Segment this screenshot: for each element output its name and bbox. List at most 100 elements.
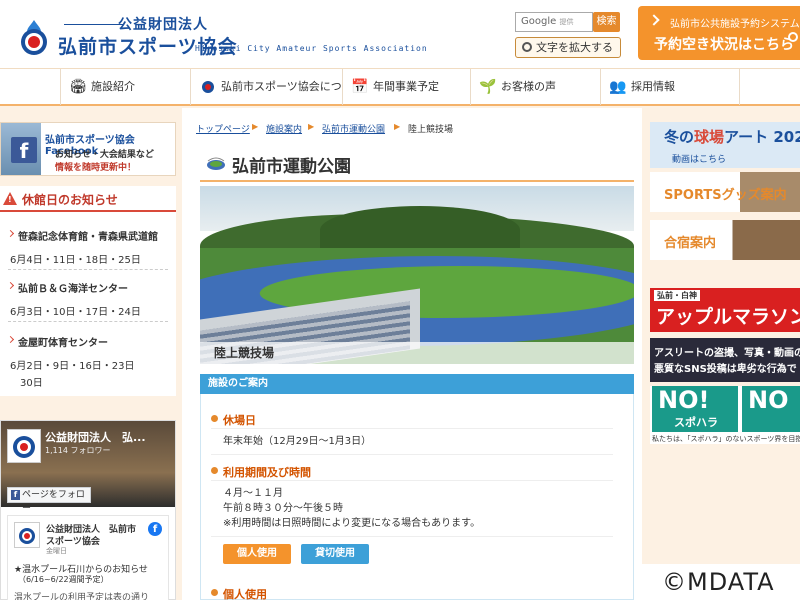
athlete-photo-warning-banner[interactable]: アスリートの盗撮、写真・動画の 悪質なSNS投稿は卑劣な行為で bbox=[650, 338, 800, 382]
no-label-2: NO bbox=[748, 386, 789, 414]
section-rule bbox=[211, 536, 613, 537]
no-sports-harassment-banner[interactable]: NO! スポハラ NO 私たちは、「スポハラ」のないスポーツ界を目指 bbox=[650, 386, 800, 444]
winter-art-title-b: 球場 bbox=[694, 128, 725, 146]
sports-goods-label: SPORTSグッズ案内 bbox=[664, 188, 787, 203]
breadcrumb-separator-icon: ▶ bbox=[252, 122, 259, 131]
winter-art-title: 冬の球場アート 202 bbox=[664, 126, 800, 147]
org-sub-label: 公益財団法人 bbox=[118, 17, 208, 33]
section-heading-personal: 個人使用 bbox=[211, 586, 267, 600]
avatar[interactable] bbox=[7, 429, 41, 463]
no-harassment-badge-2: NO bbox=[742, 386, 800, 432]
logo-icon bbox=[199, 78, 217, 96]
plant-icon: 🌱 bbox=[479, 79, 497, 95]
apple-marathon-banner[interactable]: 弘前・白神 アップルマラソン bbox=[650, 288, 800, 332]
training-camp-label: 合宿案内 bbox=[664, 236, 717, 251]
nav-item-label: 年間事業予定 bbox=[373, 80, 439, 93]
association-logo-icon[interactable] bbox=[18, 20, 50, 56]
nav-item-facilities[interactable]: 🏟 施設紹介 bbox=[60, 69, 190, 105]
closed-item[interactable]: 笹森記念体育館・青森県武道館 6月4日・11日・18日・25日 bbox=[8, 228, 168, 270]
stadium-icon bbox=[207, 157, 225, 170]
athlete-warning-line1: アスリートの盗撮、写真・動画の bbox=[654, 348, 800, 359]
post-date[interactable]: 金曜日 bbox=[46, 546, 67, 556]
closed-dates: 6月4日・11日・18日・25日 bbox=[10, 255, 141, 266]
sports-harassment-label: スポハラ bbox=[674, 416, 718, 429]
apple-marathon-title: アップルマラソン bbox=[656, 306, 800, 328]
closed-dates: 6月3日・10日・17日・24日 bbox=[10, 307, 141, 318]
sports-goods-banner[interactable]: SPORTSグッズ案内 bbox=[650, 172, 800, 212]
facility-info-body: 休場日 年末年始（12月29日〜1月3日） 利用期間及び時間 ４月〜１１月 午前… bbox=[200, 394, 634, 600]
page-title: 弘前市運動公園 bbox=[206, 152, 351, 177]
arrow-circle-icon bbox=[788, 32, 798, 42]
private-use-button[interactable]: 貸切使用 bbox=[301, 544, 369, 564]
closed-text: 年末年始（12月29日〜1月3日） bbox=[223, 436, 372, 447]
title-rule bbox=[200, 180, 634, 182]
post-avatar[interactable] bbox=[14, 522, 40, 548]
facebook-icon: f bbox=[11, 137, 37, 163]
nav-item-voices[interactable]: 🌱 お客様の声 bbox=[470, 69, 600, 105]
closed-days-heading: 休館日のお知らせ bbox=[22, 193, 118, 207]
post-text-line2: （6/16~6/22週間予定） bbox=[18, 575, 109, 584]
search-button[interactable]: 検索 bbox=[593, 12, 620, 32]
main-content: トップページ ▶ 施設案内 ▶ 弘前市運動公園 ▶ 陸上競技場 弘前市運動公園 … bbox=[182, 108, 642, 600]
post-text-line3: 温水プールの利用予定は表の通り bbox=[14, 593, 150, 600]
hours-note: ※利用時間は日照時間により変更になる場合もあります。 bbox=[223, 518, 481, 529]
facebook-banner-line2: 情報を随時更新中！ bbox=[55, 163, 137, 173]
winter-stadium-art-banner[interactable]: 冬の球場アート 202 動画はこちら bbox=[650, 122, 800, 168]
calendar-icon: 📅 bbox=[351, 79, 369, 95]
breadcrumb-separator-icon: ▶ bbox=[394, 122, 401, 131]
building-icon: 🏟 bbox=[69, 79, 87, 95]
section-heading-hours: 利用期間及び時間 bbox=[211, 464, 311, 480]
nav-item-about[interactable]: 弘前市スポーツ協会について bbox=[190, 69, 342, 129]
apple-marathon-region: 弘前・白神 bbox=[654, 290, 700, 301]
enlarge-text-label: 文字を拡大する bbox=[536, 41, 613, 54]
facebook-banner-line1: お知らせ・大会結果など bbox=[55, 150, 154, 160]
breadcrumb-current: 陸上競技場 bbox=[408, 125, 454, 135]
nav-item-label: お客様の声 bbox=[501, 80, 556, 93]
closed-days-panel: ! 休館日のお知らせ 笹森記念体育館・青森県武道館 6月4日・11日・18日・2… bbox=[0, 186, 176, 396]
magnifier-icon bbox=[522, 42, 532, 52]
site-header: 公益財団法人 弘前市スポーツ協会 Hirosaki City Amateur S… bbox=[0, 0, 800, 68]
google-provided-label: 提供 bbox=[559, 18, 574, 26]
facebook-page-name[interactable]: 公益財団法人 弘... bbox=[45, 429, 146, 445]
nav-item-recruit[interactable]: 👥 採用情報 bbox=[600, 69, 740, 105]
no-harassment-slogan: 私たちは、「スポハラ」のないスポーツ界を目指 bbox=[652, 435, 800, 443]
photo-caption: 陸上競技場 bbox=[200, 342, 634, 364]
section-heading-closed: 休場日 bbox=[211, 412, 256, 428]
nav-item-schedule[interactable]: 📅 年間事業予定 bbox=[342, 69, 470, 105]
facility-name: 金屋町体育センター bbox=[8, 334, 168, 349]
people-icon: 👥 bbox=[609, 79, 627, 95]
closed-item[interactable]: 弘前Ｂ＆Ｇ海洋センター 6月3日・10日・17日・24日 bbox=[8, 280, 168, 322]
reservation-availability-label: 予約空き状況はこちら bbox=[654, 37, 794, 53]
facebook-banner[interactable]: f 弘前市スポーツ協会 Facebook お知らせ・大会結果など 情報を随時更新… bbox=[0, 122, 176, 176]
closed-days-title: ! 休館日のお知らせ bbox=[0, 186, 176, 212]
nav-item-label: 採用情報 bbox=[631, 80, 675, 93]
breadcrumb-link[interactable]: 弘前市運動公園 bbox=[322, 125, 385, 135]
logo-rule bbox=[64, 24, 124, 25]
org-english-name: Hirosaki City Amateur Sports Association bbox=[195, 44, 428, 53]
section-rule bbox=[211, 480, 613, 481]
closed-item[interactable]: 金屋町体育センター 6月2日・9日・16日・23日 30日 bbox=[8, 334, 168, 389]
breadcrumb-link[interactable]: トップページ bbox=[196, 125, 250, 135]
facility-name: 笹森記念体育館・青森県武道館 bbox=[8, 228, 168, 243]
stadium-photo: 陸上競技場 bbox=[200, 186, 634, 364]
no-label: NO! bbox=[658, 386, 710, 414]
facility-info-header: 施設のご案内 bbox=[200, 374, 634, 394]
hours-period: ４月〜１１月 bbox=[223, 488, 283, 499]
personal-use-button[interactable]: 個人使用 bbox=[223, 544, 291, 564]
nav-item-label: 施設紹介 bbox=[91, 80, 135, 93]
follow-page-label: ページをフォロー bbox=[22, 490, 85, 514]
section-rule bbox=[211, 428, 613, 429]
reservation-button[interactable]: 弘前市公共施設予約システム 予約空き状況はこちら bbox=[638, 6, 800, 60]
breadcrumb-separator-icon: ▶ bbox=[308, 122, 315, 131]
breadcrumb-link[interactable]: 施設案内 bbox=[266, 125, 302, 135]
facebook-cover[interactable]: 公益財団法人 弘... 1,114 フォロワー f ページをフォロー bbox=[1, 421, 175, 514]
athlete-warning-line2: 悪質なSNS投稿は卑劣な行為で bbox=[654, 364, 797, 375]
winter-art-title-c: アート 202 bbox=[724, 128, 800, 146]
copyright-watermark: ©MDATA bbox=[640, 564, 800, 600]
facebook-small-icon: f bbox=[11, 490, 20, 500]
enlarge-text-button[interactable]: 文字を拡大する bbox=[515, 37, 621, 58]
training-camp-banner[interactable]: 合宿案内 bbox=[650, 220, 800, 260]
follow-page-button[interactable]: f ページをフォロー bbox=[7, 487, 91, 514]
facebook-page-widget: 公益財団法人 弘... 1,114 フォロワー f ページをフォロー 公益財団法人… bbox=[0, 420, 176, 600]
site-search-input[interactable]: Google 提供 bbox=[515, 12, 593, 32]
